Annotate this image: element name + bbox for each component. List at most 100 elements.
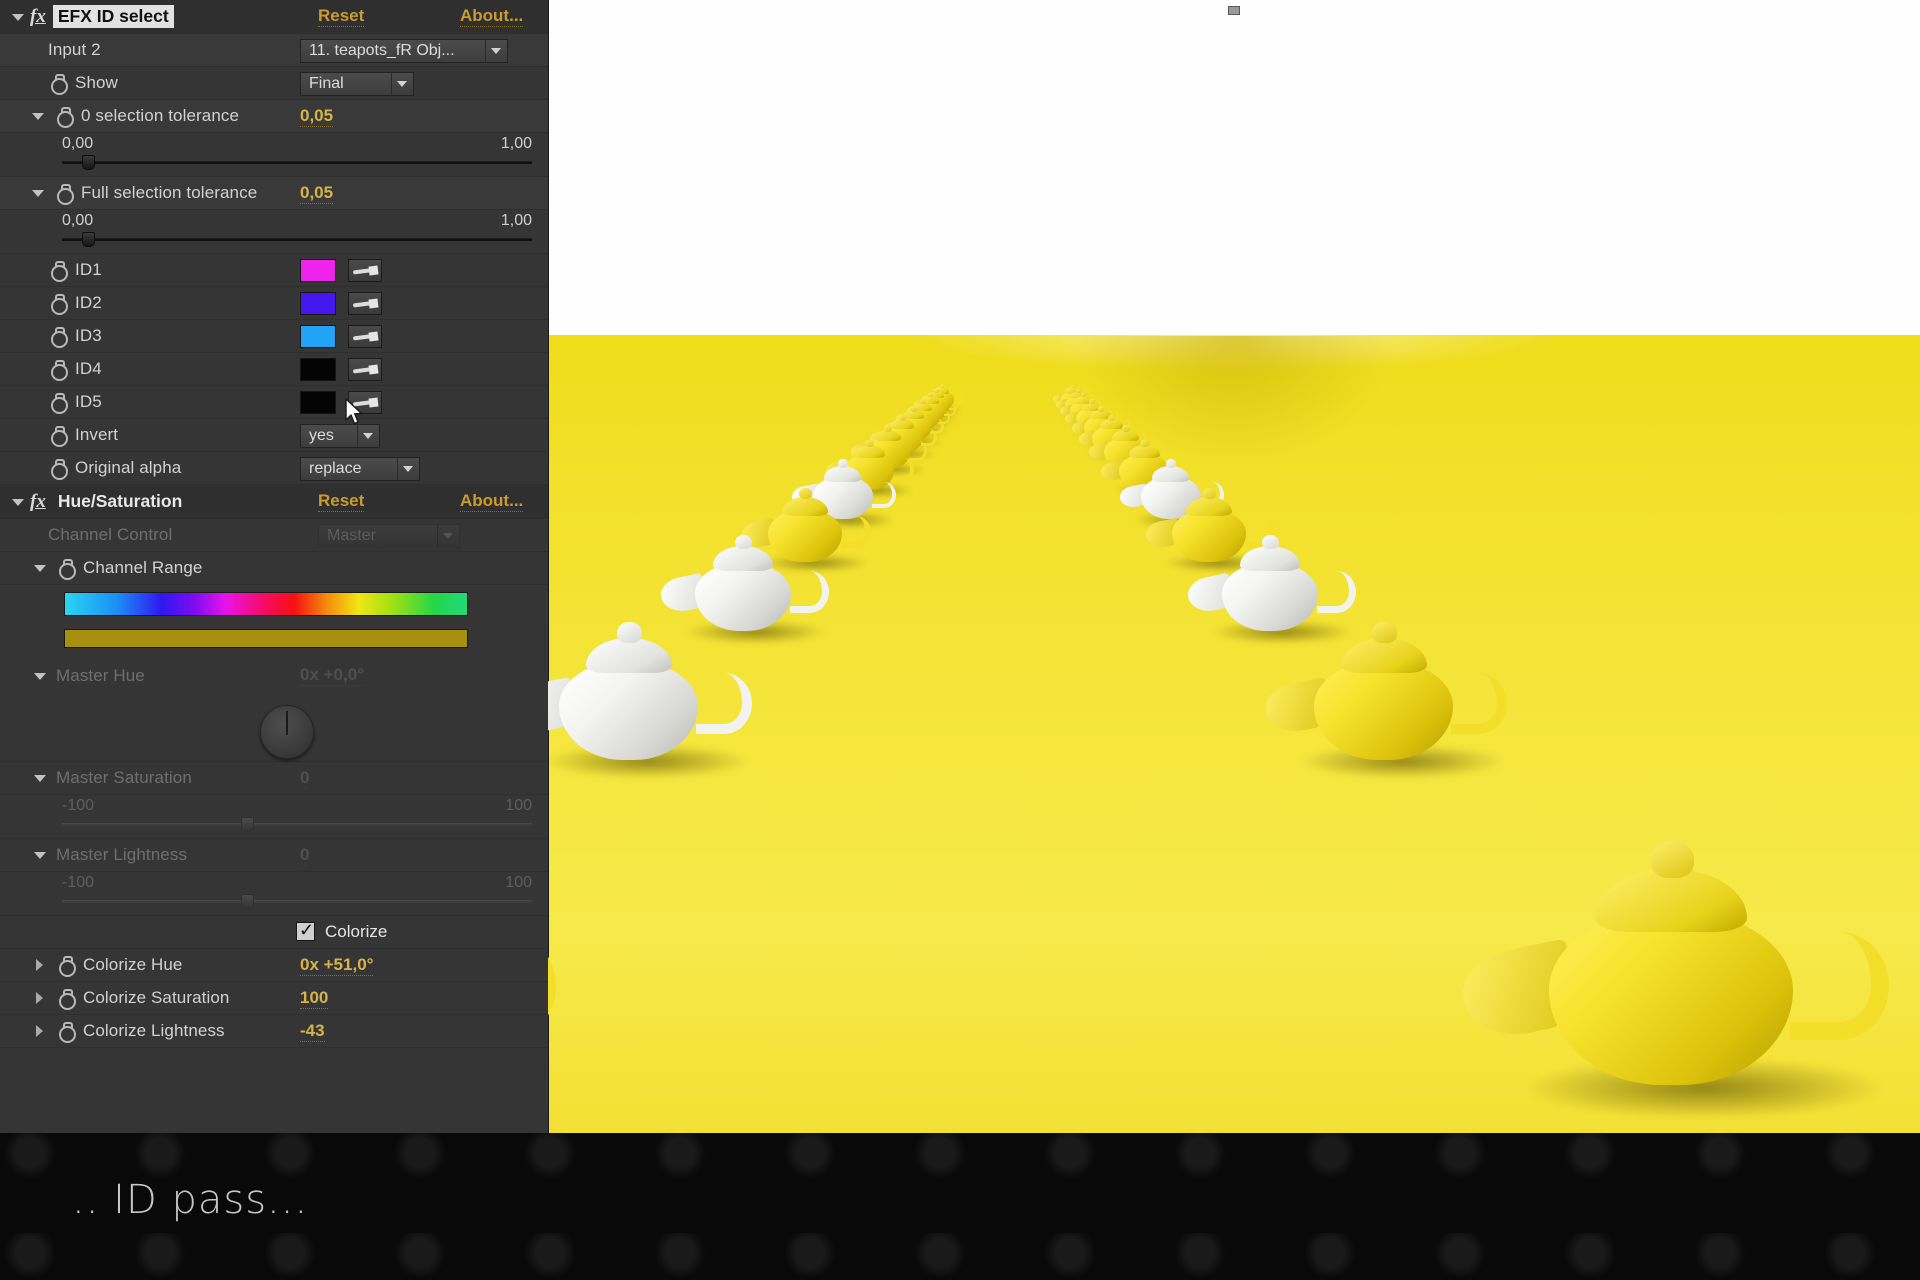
param-row-id5[interactable]: ID5: [0, 386, 548, 419]
param-label-id1: ID1: [75, 260, 102, 279]
slider-track[interactable]: [62, 238, 532, 241]
param-row-colorize-hue[interactable]: Colorize Hue 0x +51,0°: [0, 949, 548, 982]
slider-track[interactable]: [62, 161, 532, 164]
channel-range-selection-bar[interactable]: [64, 629, 468, 648]
stopwatch-icon[interactable]: [48, 458, 68, 480]
about-button[interactable]: About...: [460, 6, 524, 27]
effect-controls-panel[interactable]: fx EFX ID select Reset About... Input 2 …: [0, 0, 548, 1133]
chevron-down-icon[interactable]: [391, 73, 411, 95]
disclosure-triangle-icon[interactable]: [32, 990, 48, 1006]
slider-master-lightness[interactable]: -100 100: [0, 872, 548, 916]
slider-knob[interactable]: [82, 155, 95, 170]
channel-range-hue-gradient[interactable]: [64, 592, 468, 616]
stopwatch-icon[interactable]: [48, 326, 68, 348]
param-value-colorize-hue[interactable]: 0x +51,0°: [300, 955, 374, 976]
param-row-master-lightness[interactable]: Master Lightness 0: [0, 839, 548, 872]
disclosure-triangle-icon[interactable]: [32, 668, 48, 684]
param-value-colorize-saturation[interactable]: 100: [300, 988, 329, 1009]
disclosure-triangle-icon[interactable]: [30, 185, 46, 201]
color-swatch-id5[interactable]: [300, 391, 336, 414]
param-value-full-selection-tolerance[interactable]: 0,05: [300, 183, 334, 204]
slider-knob[interactable]: [241, 817, 254, 832]
stopwatch-icon[interactable]: [56, 1021, 76, 1043]
invert-dropdown[interactable]: yes: [300, 424, 380, 448]
stopwatch-icon[interactable]: [56, 558, 76, 580]
eyedropper-icon-id2[interactable]: [348, 292, 382, 315]
reset-button[interactable]: Reset: [318, 491, 365, 512]
chevron-down-icon[interactable]: [397, 458, 417, 480]
effect-header-hue-saturation[interactable]: fx Hue/Saturation Reset About...: [0, 485, 548, 519]
param-row-colorize[interactable]: Colorize: [0, 916, 548, 949]
stopwatch-icon[interactable]: [54, 106, 74, 128]
about-button[interactable]: About...: [460, 491, 524, 512]
stopwatch-icon[interactable]: [48, 73, 68, 95]
disclosure-triangle-icon[interactable]: [10, 9, 26, 25]
param-row-id4[interactable]: ID4: [0, 353, 548, 386]
stopwatch-icon[interactable]: [56, 955, 76, 977]
effect-header-efx-id-select[interactable]: fx EFX ID select Reset About...: [0, 0, 548, 34]
stopwatch-icon[interactable]: [56, 988, 76, 1010]
param-row-invert[interactable]: Invert yes: [0, 419, 548, 452]
param-row-show[interactable]: Show Final: [0, 67, 548, 100]
param-row-input2[interactable]: Input 2 11. teapots_fR Obj...: [0, 34, 548, 67]
param-row-id2[interactable]: ID2: [0, 287, 548, 320]
composition-viewer[interactable]: [548, 0, 1920, 1133]
param-value-master-saturation[interactable]: 0: [300, 768, 310, 789]
disclosure-triangle-icon[interactable]: [32, 770, 48, 786]
param-value-master-lightness[interactable]: 0: [300, 845, 310, 866]
disclosure-triangle-icon[interactable]: [32, 847, 48, 863]
disclosure-triangle-icon[interactable]: [32, 560, 48, 576]
param-row-master-saturation[interactable]: Master Saturation 0: [0, 762, 548, 795]
eyedropper-icon-id4[interactable]: [348, 358, 382, 381]
input2-dropdown[interactable]: 11. teapots_fR Obj...: [300, 39, 508, 63]
eyedropper-icon-id1[interactable]: [348, 259, 382, 282]
param-row-full-selection-tolerance[interactable]: Full selection tolerance 0,05: [0, 177, 548, 210]
param-row-colorize-lightness[interactable]: Colorize Lightness -43: [0, 1015, 548, 1048]
eyedropper-icon-id3[interactable]: [348, 325, 382, 348]
param-row-id3[interactable]: ID3: [0, 320, 548, 353]
stopwatch-icon[interactable]: [48, 359, 68, 381]
slider-master-saturation[interactable]: -100 100: [0, 795, 548, 839]
stopwatch-icon[interactable]: [48, 260, 68, 282]
stopwatch-icon[interactable]: [48, 425, 68, 447]
param-row-channel-range[interactable]: Channel Range: [0, 552, 548, 585]
param-row-zero-selection-tolerance[interactable]: 0 selection tolerance 0,05: [0, 100, 548, 133]
param-row-colorize-saturation[interactable]: Colorize Saturation 100: [0, 982, 548, 1015]
chevron-down-icon[interactable]: [437, 525, 457, 547]
color-swatch-id4[interactable]: [300, 358, 336, 381]
chevron-down-icon[interactable]: [357, 425, 377, 447]
slider-knob[interactable]: [241, 894, 254, 909]
param-value-master-hue[interactable]: 0x +0,0°: [300, 665, 364, 686]
comp-top-handle[interactable]: [1228, 6, 1240, 15]
disclosure-triangle-icon[interactable]: [32, 1023, 48, 1039]
param-value-zero-selection-tolerance[interactable]: 0,05: [300, 106, 334, 127]
master-hue-dial[interactable]: [260, 705, 314, 759]
stopwatch-icon[interactable]: [48, 392, 68, 414]
channel-control-dropdown[interactable]: Master: [318, 524, 460, 548]
param-row-channel-control[interactable]: Channel Control Master: [0, 519, 548, 552]
stopwatch-icon[interactable]: [48, 293, 68, 315]
original-alpha-dropdown[interactable]: replace: [300, 457, 420, 481]
slider-track[interactable]: [62, 900, 532, 903]
teapot-knob: [1140, 439, 1150, 448]
color-swatch-id3[interactable]: [300, 325, 336, 348]
slider-knob[interactable]: [82, 232, 95, 247]
param-value-colorize-lightness[interactable]: -43: [300, 1021, 325, 1042]
disclosure-triangle-icon[interactable]: [10, 494, 26, 510]
param-row-master-hue[interactable]: Master Hue 0x +0,0°: [0, 659, 548, 692]
disclosure-triangle-icon[interactable]: [32, 957, 48, 973]
param-row-id1[interactable]: ID1: [0, 254, 548, 287]
slider-zero-selection-tolerance[interactable]: 0,00 1,00: [0, 133, 548, 177]
slider-full-selection-tolerance[interactable]: 0,00 1,00: [0, 210, 548, 254]
slider-track[interactable]: [62, 823, 532, 826]
colorize-checkbox[interactable]: [296, 919, 315, 941]
color-swatch-id2[interactable]: [300, 292, 336, 315]
param-row-original-alpha[interactable]: Original alpha replace: [0, 452, 548, 485]
chevron-down-icon[interactable]: [485, 40, 505, 62]
color-swatch-id1[interactable]: [300, 259, 336, 282]
disclosure-triangle-icon[interactable]: [30, 108, 46, 124]
show-dropdown[interactable]: Final: [300, 72, 414, 96]
param-label-invert: Invert: [75, 425, 119, 444]
stopwatch-icon[interactable]: [54, 183, 74, 205]
reset-button[interactable]: Reset: [318, 6, 365, 27]
